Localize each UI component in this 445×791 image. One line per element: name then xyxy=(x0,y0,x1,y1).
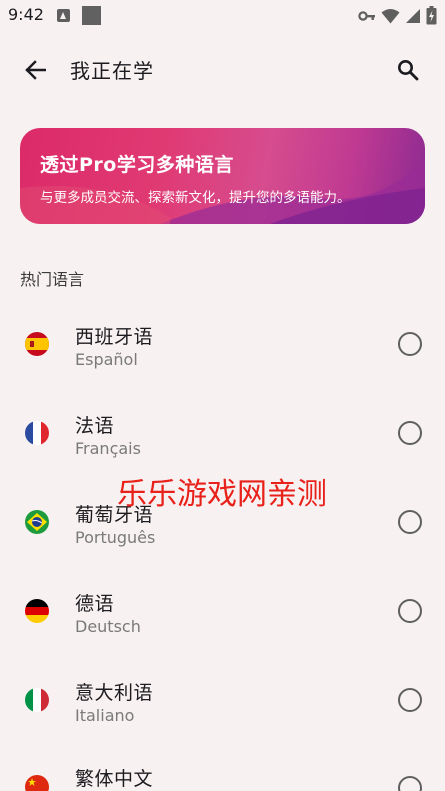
watermark-text: 乐乐游戏网亲测 xyxy=(117,477,327,512)
language-native-name: Español xyxy=(75,350,138,369)
signal-icon xyxy=(406,8,420,23)
arrow-back-icon xyxy=(25,60,46,80)
brazil-flag-icon xyxy=(25,510,49,534)
battery-icon xyxy=(426,6,437,25)
germany-flag-icon xyxy=(25,599,49,623)
language-native-name: Français xyxy=(75,439,141,458)
notification-square-icon xyxy=(82,6,101,25)
spain-flag-icon xyxy=(25,332,49,356)
language-name: 繁体中文 xyxy=(75,768,154,790)
page-title: 我正在学 xyxy=(70,59,154,83)
france-flag-icon xyxy=(25,421,49,445)
language-item-spanish[interactable]: 西班牙语 Español xyxy=(0,300,445,389)
radio-button[interactable] xyxy=(398,421,422,445)
section-header-popular: 热门语言 xyxy=(20,270,85,289)
radio-button[interactable] xyxy=(398,599,422,623)
radio-button[interactable] xyxy=(398,688,422,712)
status-bar: 9:42 xyxy=(0,0,445,32)
language-name: 意大利语 xyxy=(75,682,154,704)
language-name: 法语 xyxy=(75,415,115,437)
language-item-french[interactable]: 法语 Français xyxy=(0,389,445,478)
language-item-traditional-chinese[interactable]: 繁体中文 xyxy=(0,745,445,791)
search-button[interactable] xyxy=(391,53,425,87)
wifi-icon xyxy=(381,8,400,23)
app-bar: 我正在学 xyxy=(0,40,445,98)
language-native-name: Português xyxy=(75,528,156,547)
language-name: 西班牙语 xyxy=(75,326,154,348)
radio-button[interactable] xyxy=(398,776,422,791)
promo-title: 透过Pro学习多种语言 xyxy=(40,154,234,176)
vpn-key-icon xyxy=(358,10,375,21)
search-icon xyxy=(398,60,419,81)
radio-button[interactable] xyxy=(398,332,422,356)
back-button[interactable] xyxy=(18,53,52,87)
china-flag-icon xyxy=(25,775,49,791)
language-item-german[interactable]: 德语 Deutsch xyxy=(0,567,445,656)
radio-button[interactable] xyxy=(398,510,422,534)
promo-subtitle: 与更多成员交流、探索新文化，提升您的多语能力。 xyxy=(40,190,351,206)
italy-flag-icon xyxy=(25,688,49,712)
pro-promo-banner[interactable]: 透过Pro学习多种语言 与更多成员交流、探索新文化，提升您的多语能力。 xyxy=(20,128,425,224)
language-name: 德语 xyxy=(75,593,115,615)
language-native-name: Italiano xyxy=(75,706,135,725)
notification-a-icon xyxy=(57,9,70,22)
language-native-name: Deutsch xyxy=(75,617,141,636)
status-time: 9:42 xyxy=(8,5,44,24)
status-icons xyxy=(358,6,437,25)
language-item-italian[interactable]: 意大利语 Italiano xyxy=(0,656,445,745)
